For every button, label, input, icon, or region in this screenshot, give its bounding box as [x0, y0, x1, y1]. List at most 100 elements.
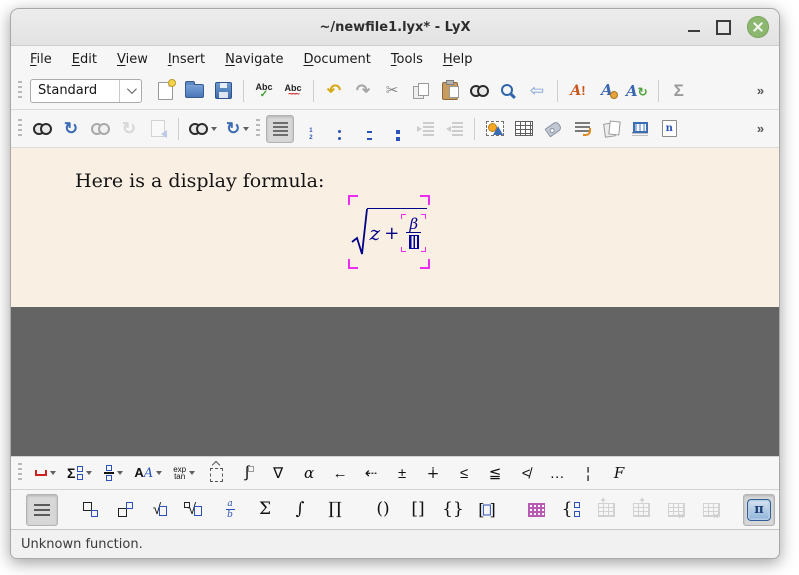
work-area[interactable]: Here is a display formula: z + [11, 148, 779, 456]
square-root-button[interactable]: √ [144, 494, 176, 526]
labeling-list-button[interactable] [353, 115, 381, 143]
toolbar-drag-handle[interactable] [18, 119, 22, 139]
big-operators-button[interactable]: Σ [63, 459, 96, 487]
insert-float-button[interactable] [597, 115, 625, 143]
parentheses-button[interactable]: () [367, 494, 399, 526]
toolbar-drag-handle[interactable] [18, 81, 22, 101]
fraction-button[interactable]: ab [214, 494, 246, 526]
integral-with-limits-button[interactable]: ∫ [233, 459, 261, 487]
find-and-replace-button[interactable] [465, 77, 493, 105]
redo-button[interactable]: ↷ [349, 77, 377, 105]
copy-button[interactable] [407, 77, 435, 105]
integral-button[interactable]: ∫ [284, 494, 316, 526]
menu-item-view[interactable]: View [108, 49, 157, 70]
insert-cross-reference-button[interactable] [568, 115, 596, 143]
ams-negative-relations-button[interactable]: ≮ [512, 459, 540, 487]
insert-cases-button[interactable]: { [555, 494, 587, 526]
paste-button[interactable] [436, 77, 464, 105]
title-bar[interactable]: ~/newfile1.lyx* - LyX [11, 9, 779, 46]
view-output-button[interactable] [28, 115, 56, 143]
spellcheck-continuously-button[interactable]: Abc~~~ [279, 77, 307, 105]
ams-negative-relations-icon: ≮ [522, 466, 531, 481]
math-font-styles-button[interactable]: AA [130, 459, 166, 487]
menu-item-navigate[interactable]: Navigate [216, 49, 292, 70]
square-brackets-button[interactable]: [] [402, 494, 434, 526]
window-title: ~/newfile1.lyx* - LyX [11, 20, 779, 35]
close-icon[interactable] [747, 16, 769, 38]
menu-item-insert[interactable]: Insert [159, 49, 214, 70]
document-page[interactable]: Here is a display formula: z + [11, 148, 779, 307]
menu-item-file[interactable]: File [21, 49, 61, 70]
menu-item-edit[interactable]: Edit [63, 49, 106, 70]
math-functions-button[interactable]: exptan [169, 459, 199, 487]
ams-operators-button[interactable]: ∔ [419, 459, 447, 487]
apply-last-text-style-button[interactable]: A↻ [622, 77, 652, 105]
toolbar-drag-handle[interactable] [18, 463, 22, 483]
menu-item-document[interactable]: Document [294, 49, 379, 70]
insert-matrix-button[interactable] [520, 494, 552, 526]
save-document-button[interactable] [209, 77, 237, 105]
document-text[interactable]: Here is a display formula: [75, 170, 324, 192]
chevron-down-icon [50, 471, 56, 475]
curly-braces-button[interactable]: {} [437, 494, 469, 526]
insert-phantom-button[interactable] [202, 459, 230, 487]
insert-graphics-button[interactable] [481, 115, 509, 143]
misc-symbols-button[interactable]: ∇ [264, 459, 292, 487]
insert-note-button[interactable]: n [655, 115, 683, 143]
math-font-styles-icon: AA [134, 465, 153, 481]
update-output-button[interactable]: ↻ [57, 115, 85, 143]
advanced-find-button[interactable] [494, 77, 522, 105]
delimiters-button[interactable]: ¦ [574, 459, 602, 487]
paragraph-layout-button[interactable] [266, 115, 294, 143]
check-spelling-button[interactable]: Abc✓ [250, 77, 278, 105]
fraction-styles-button[interactable] [99, 459, 127, 487]
frame-decorations-button[interactable]: F [605, 459, 633, 487]
display-formula-toggle-button[interactable] [26, 494, 58, 526]
sum-button[interactable]: Σ [249, 494, 281, 526]
math-panel-toggle-button[interactable]: π [743, 494, 775, 526]
bullet-list-button[interactable] [324, 115, 352, 143]
toggle-emphasis-button[interactable]: A! [564, 77, 592, 105]
nth-root-button[interactable]: √ [179, 494, 211, 526]
integral-icon: ∫ [296, 501, 305, 518]
numbered-list-button[interactable] [295, 115, 323, 143]
layout-selector[interactable]: Standard [30, 79, 142, 103]
superscript-button[interactable] [109, 494, 141, 526]
greek-letters-button[interactable]: α [295, 459, 323, 487]
math-inset[interactable]: z + β [348, 195, 430, 269]
cancel-export-icon [151, 120, 165, 137]
toolbar-drag-handle[interactable] [256, 119, 260, 139]
minimize-icon[interactable] [688, 30, 700, 32]
insert-label-button[interactable] [539, 115, 567, 143]
undo-button[interactable]: ↶ [320, 77, 348, 105]
chevron-down-icon[interactable] [119, 80, 141, 102]
toggle-noun-button[interactable]: A [593, 77, 621, 105]
insert-table-button[interactable] [510, 115, 538, 143]
update-other-formats-button[interactable]: ↻ [222, 115, 253, 143]
operators-button[interactable]: ± [388, 459, 416, 487]
view-other-formats-button[interactable] [185, 115, 221, 143]
ams-relations-button[interactable]: ≦ [481, 459, 509, 487]
description-list-button[interactable] [382, 115, 410, 143]
menu-item-help[interactable]: Help [434, 49, 482, 70]
dots-button[interactable]: … [543, 459, 571, 487]
insert-box-button[interactable] [626, 115, 654, 143]
subscript-button[interactable] [74, 494, 106, 526]
new-document-button[interactable] [151, 77, 179, 105]
math-spacing-button[interactable] [30, 459, 60, 487]
open-document-button[interactable] [180, 77, 208, 105]
arrows-button[interactable]: ← [326, 459, 354, 487]
delimiter-dialog-button[interactable]: [] [472, 494, 504, 526]
menu-item-tools[interactable]: Tools [382, 49, 432, 70]
maximize-icon[interactable] [716, 20, 731, 35]
standard-toolbar-overflow-button[interactable]: » [746, 77, 774, 105]
ams-arrows-button[interactable]: ⇠ [357, 459, 385, 487]
empty-cell-placeholder[interactable] [409, 235, 419, 249]
product-button[interactable]: ∏ [319, 494, 351, 526]
view-toolbar-overflow-button[interactable]: » [746, 115, 774, 143]
cut-button[interactable]: ✂ [378, 77, 406, 105]
insert-math-button[interactable]: Σ [665, 77, 693, 105]
relations-button[interactable]: ≤ [450, 459, 478, 487]
formula-operator: + [384, 223, 399, 244]
navigate-back-button[interactable]: ⇦ [523, 77, 551, 105]
